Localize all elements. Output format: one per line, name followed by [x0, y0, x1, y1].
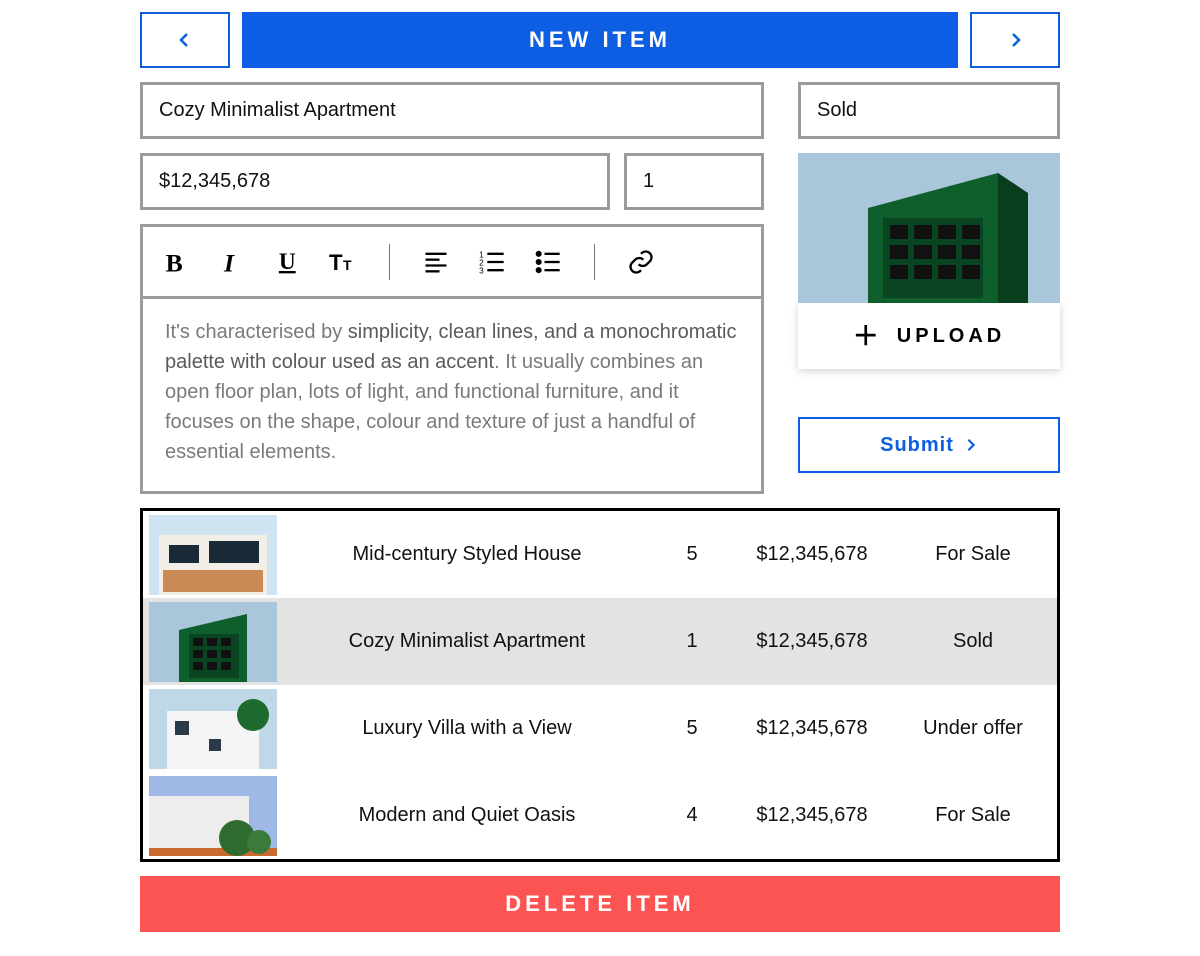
toolbar-separator [389, 244, 390, 280]
form-left-column: Cozy Minimalist Apartment $12,345,678 1 … [140, 82, 764, 494]
next-button[interactable] [970, 12, 1060, 68]
building-illustration [798, 153, 1060, 303]
svg-text:T: T [343, 257, 352, 273]
listing-title: Modern and Quiet Oasis [277, 804, 657, 827]
link-icon [627, 248, 655, 276]
link-button[interactable] [627, 248, 655, 276]
listing-qty: 5 [657, 717, 727, 740]
status-input[interactable]: Sold [798, 82, 1060, 139]
description-prefix: It's characterised by [165, 321, 348, 343]
svg-text:T: T [329, 250, 343, 275]
building-illustration [149, 776, 277, 856]
listing-title: Mid-century Styled House [277, 543, 657, 566]
image-preview [798, 153, 1060, 303]
listing-status: For Sale [897, 804, 1057, 827]
underline-button[interactable]: U [273, 248, 301, 276]
chevron-right-icon [964, 438, 978, 452]
rich-text-editor: B I U TT [140, 224, 764, 494]
table-row[interactable]: Mid-century Styled House 5 $12,345,678 F… [143, 511, 1057, 598]
listing-price: $12,345,678 [727, 804, 897, 827]
italic-button[interactable]: I [217, 248, 245, 276]
form-right-column: Sold ＋ UPLOAD Subm [798, 82, 1060, 494]
svg-text:I: I [223, 248, 235, 276]
listing-price: $12,345,678 [727, 630, 897, 653]
unordered-list-button[interactable] [534, 248, 562, 276]
listing-qty: 5 [657, 543, 727, 566]
price-qty-row: $12,345,678 1 [140, 153, 764, 210]
align-button[interactable] [422, 248, 450, 276]
listing-thumbnail [149, 515, 277, 595]
plus-icon: ＋ [853, 323, 883, 349]
bold-icon: B [161, 248, 189, 276]
delete-item-button[interactable]: DELETE ITEM [140, 876, 1060, 932]
submit-button[interactable]: Submit [798, 417, 1060, 473]
listing-qty: 1 [657, 630, 727, 653]
listing-thumbnail [149, 602, 277, 682]
underline-icon: U [273, 248, 301, 276]
form-area: Cozy Minimalist Apartment $12,345,678 1 … [140, 82, 1060, 494]
name-input[interactable]: Cozy Minimalist Apartment [140, 82, 764, 139]
prev-button[interactable] [140, 12, 230, 68]
editor-toolbar: B I U TT [143, 227, 761, 299]
building-illustration [149, 602, 277, 682]
svg-text:B: B [166, 248, 183, 276]
listing-qty: 4 [657, 804, 727, 827]
listing-thumbnail [149, 689, 277, 769]
submit-label: Submit [880, 434, 954, 457]
header-row: NEW ITEM [140, 12, 1060, 68]
bold-button[interactable]: B [161, 248, 189, 276]
listing-status: For Sale [897, 543, 1057, 566]
page: NEW ITEM Cozy Minimalist Apartment $12,3… [0, 0, 1200, 952]
table-row[interactable]: Modern and Quiet Oasis 4 $12,345,678 For… [143, 772, 1057, 859]
ordered-list-icon: 123 [478, 248, 506, 276]
text-size-button[interactable]: TT [329, 248, 357, 276]
unordered-list-icon [534, 248, 562, 276]
description-input[interactable]: It's characterised by simplicity, clean … [143, 299, 761, 491]
upload-button[interactable]: ＋ UPLOAD [798, 303, 1060, 369]
listing-title: Luxury Villa with a View [277, 717, 657, 740]
text-size-icon: TT [329, 248, 357, 276]
table-row[interactable]: Cozy Minimalist Apartment 1 $12,345,678 … [143, 598, 1057, 685]
listing-price: $12,345,678 [727, 717, 897, 740]
listing-status: Sold [897, 630, 1057, 653]
italic-icon: I [217, 248, 245, 276]
building-illustration [149, 515, 277, 595]
align-left-icon [422, 248, 450, 276]
upload-label: UPLOAD [897, 325, 1005, 348]
listing-price: $12,345,678 [727, 543, 897, 566]
listing-status: Under offer [897, 717, 1057, 740]
listings-table: Mid-century Styled House 5 $12,345,678 F… [140, 508, 1060, 862]
listing-thumbnail [149, 776, 277, 856]
svg-text:U: U [279, 249, 296, 275]
svg-text:3: 3 [479, 266, 484, 275]
chevron-left-icon [177, 32, 193, 48]
price-input[interactable]: $12,345,678 [140, 153, 610, 210]
chevron-right-icon [1007, 32, 1023, 48]
listing-title: Cozy Minimalist Apartment [277, 630, 657, 653]
table-row[interactable]: Luxury Villa with a View 5 $12,345,678 U… [143, 685, 1057, 772]
quantity-input[interactable]: 1 [624, 153, 764, 210]
building-illustration [149, 689, 277, 769]
page-title: NEW ITEM [242, 12, 958, 68]
ordered-list-button[interactable]: 123 [478, 248, 506, 276]
toolbar-separator [594, 244, 595, 280]
